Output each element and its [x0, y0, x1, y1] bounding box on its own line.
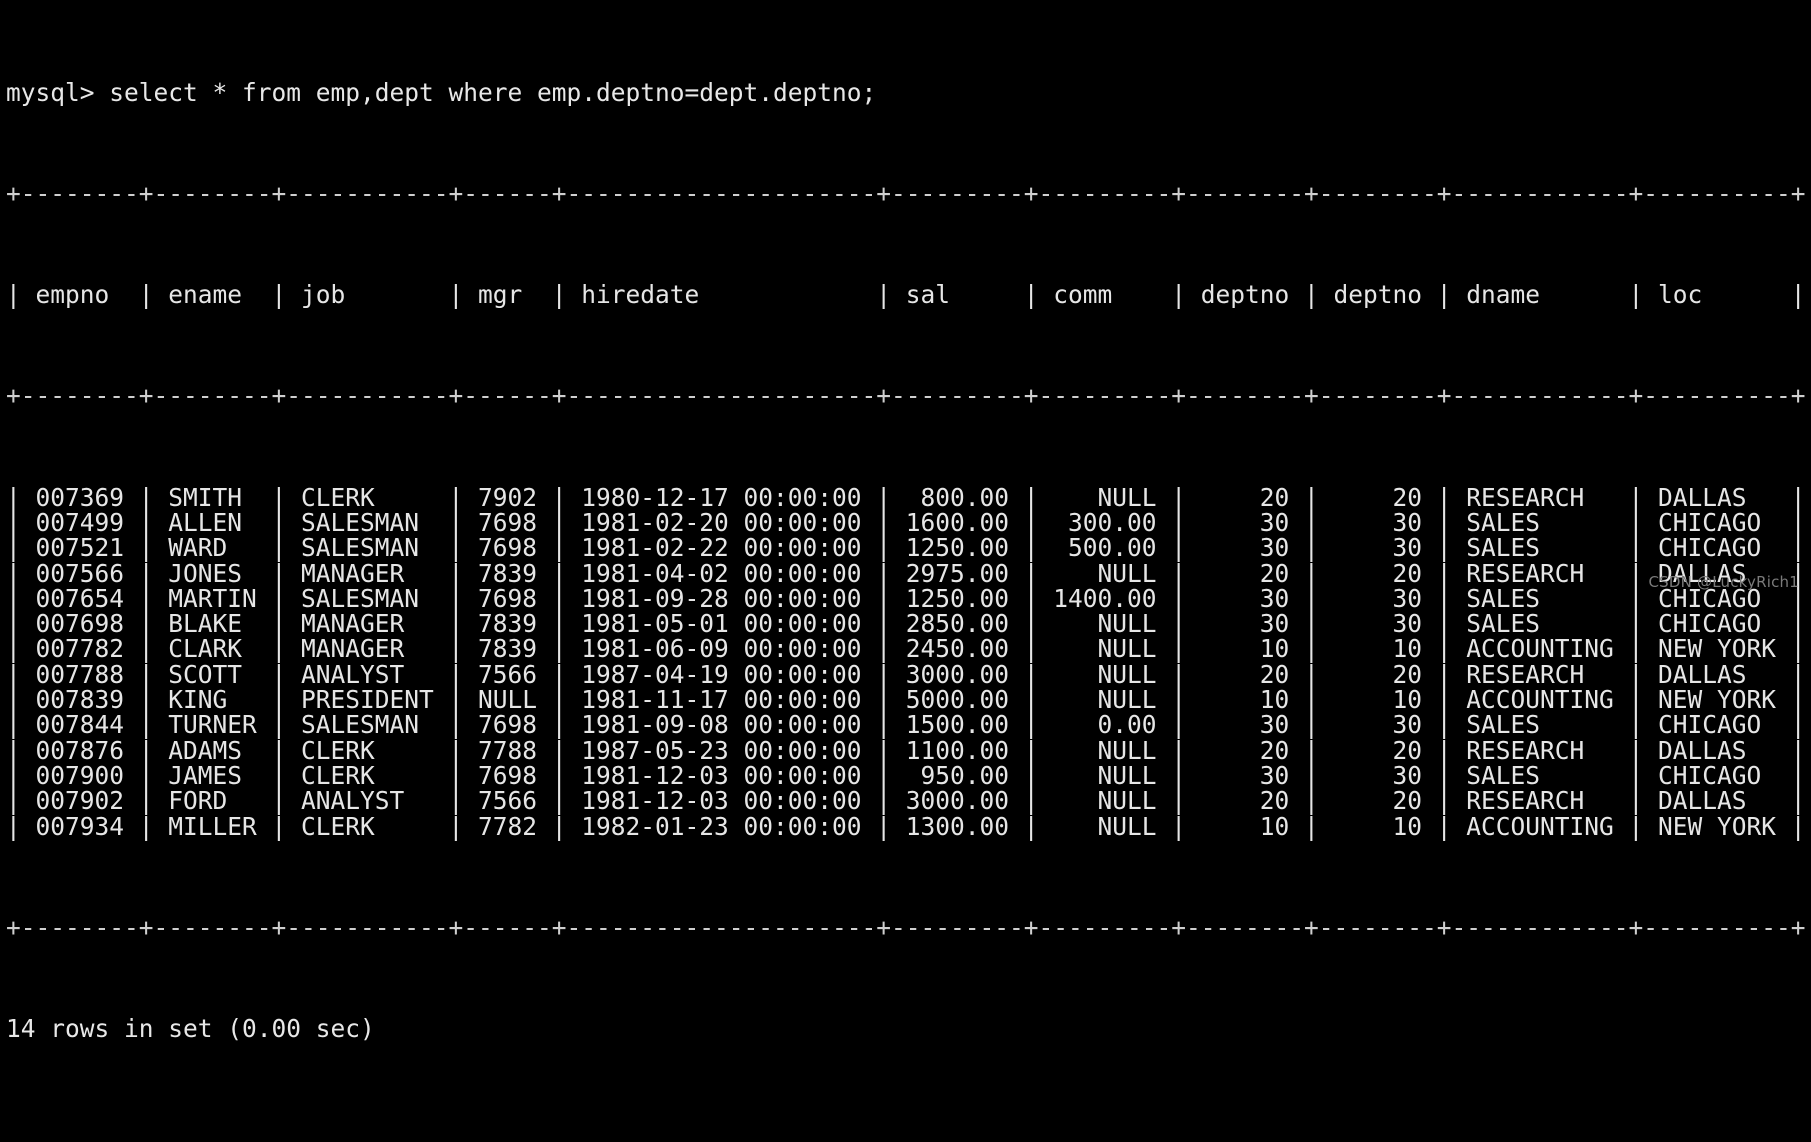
table-row: | 007788 | SCOTT | ANALYST | 7566 | 1987…	[6, 659, 1806, 689]
table-row: | 007499 | ALLEN | SALESMAN | 7698 | 198…	[6, 507, 1806, 537]
result-status-line: 14 rows in set (0.00 sec)	[6, 1013, 375, 1043]
table-row: | 007844 | TURNER | SALESMAN | 7698 | 19…	[6, 710, 1806, 740]
table-row: | 007521 | WARD | SALESMAN | 7698 | 1981…	[6, 533, 1806, 563]
table-row: | 007566 | JONES | MANAGER | 7839 | 1981…	[6, 558, 1806, 588]
table-row: | 007902 | FORD | ANALYST | 7566 | 1981-…	[6, 786, 1806, 816]
table-row: | 007934 | MILLER | CLERK | 7782 | 1982-…	[6, 811, 1806, 841]
table-row: | 007900 | JAMES | CLERK | 7698 | 1981-1…	[6, 760, 1806, 790]
table-row: | 007782 | CLARK | MANAGER | 7839 | 1981…	[6, 634, 1806, 664]
terminal-screen[interactable]: mysql> select * from emp,dept where emp.…	[0, 0, 1811, 1041]
table-body: | 007369 | SMITH | CLERK | 7902 | 1980-1…	[6, 482, 1811, 841]
table-row: | 007876 | ADAMS | CLERK | 7788 | 1987-0…	[6, 735, 1806, 765]
table-row: | 007369 | SMITH | CLERK | 7902 | 1980-1…	[6, 482, 1806, 512]
table-header-border: +--------+--------+-----------+------+--…	[6, 381, 1806, 411]
table-row: | 007839 | KING | PRESIDENT | NULL | 198…	[6, 685, 1806, 715]
mysql-prompt-line: mysql> select * from emp,dept where emp.…	[6, 77, 877, 107]
table-top-border: +--------+--------+-----------+------+--…	[6, 179, 1806, 209]
table-row: | 007654 | MARTIN | SALESMAN | 7698 | 19…	[6, 583, 1806, 613]
table-row: | 007698 | BLAKE | MANAGER | 7839 | 1981…	[6, 609, 1806, 639]
table-header-row: | empno | ename | job | mgr | hiredate |…	[6, 280, 1806, 310]
csdn-watermark: CSDN @LuckyRich1	[1648, 572, 1799, 591]
table-bottom-border: +--------+--------+-----------+------+--…	[6, 912, 1806, 942]
